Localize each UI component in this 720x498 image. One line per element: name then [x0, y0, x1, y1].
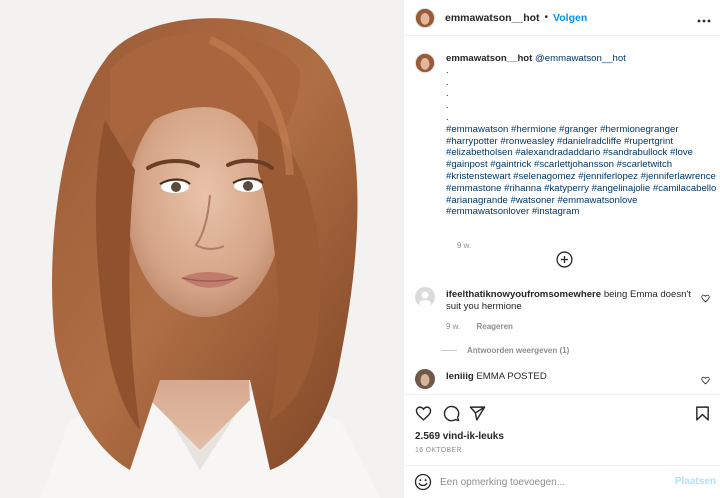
caption-dot: . [446, 111, 449, 123]
caption-dot: . [446, 76, 449, 88]
caption-avatar[interactable] [415, 53, 435, 73]
view-replies-line [441, 350, 457, 351]
bookmark-icon[interactable] [694, 405, 711, 422]
portrait-image [0, 0, 403, 498]
caption-username[interactable]: emmawatson__hot [446, 53, 532, 64]
view-replies-label: Antwoorden weergeven (1) [467, 346, 570, 355]
caption-hashtags[interactable]: #emmawatson #hermione #granger #hermione… [446, 124, 720, 218]
comment-icon[interactable] [443, 405, 460, 422]
add-comment-form: Plaatsen [404, 465, 720, 498]
comment-meta: 9 w. Reageren [446, 322, 527, 331]
post-header: emmawatson__hot • Volgen [404, 0, 720, 36]
reply-button[interactable]: Reageren [476, 322, 512, 331]
caption-dots: . . . . . [446, 65, 720, 124]
comment-like-heart-icon[interactable] [701, 294, 710, 303]
share-icon[interactable] [469, 405, 486, 422]
post-side-panel: emmawatson__hot • Volgen emmawatson__hot… [403, 0, 720, 498]
author-username[interactable]: emmawatson__hot [445, 12, 540, 24]
comment-avatar[interactable] [415, 369, 435, 389]
heart-icon[interactable] [415, 405, 432, 422]
caption-mention[interactable]: @emmawatson__hot [535, 53, 626, 64]
comment-avatar[interactable] [415, 287, 435, 307]
load-more-comments-icon[interactable] [556, 251, 573, 268]
caption-dot: . [446, 100, 449, 112]
emoji-icon[interactable] [414, 473, 432, 491]
comment-username[interactable]: leniiig [446, 371, 474, 382]
comments-scroll-area[interactable]: emmawatson__hot @emmawatson__hot . . . .… [404, 37, 720, 394]
instagram-post: emmawatson__hot • Volgen emmawatson__hot… [0, 0, 720, 498]
likes-count[interactable]: 2.569 vind-ik-leuks [415, 431, 504, 442]
post-date: 16 OKTOBER [415, 447, 462, 454]
comment-age: 9 w. [446, 322, 461, 331]
comment-like-heart-icon[interactable] [701, 376, 710, 385]
post-photo[interactable] [0, 0, 403, 498]
header-separator: • [544, 12, 549, 23]
more-horizontal-icon[interactable] [697, 10, 711, 26]
caption-text: emmawatson__hot @emmawatson__hot . . . .… [446, 53, 720, 218]
comment-text: EMMA POSTED [476, 371, 547, 382]
comment-input[interactable] [440, 472, 660, 492]
post-actions: 2.569 vind-ik-leuks 16 OKTOBER Plaatsen [404, 394, 720, 498]
caption-age: 9 w. [457, 241, 472, 250]
author-avatar[interactable] [415, 7, 435, 28]
caption-dot: . [446, 64, 449, 76]
comment-username[interactable]: ifeelthatiknowyoufromsomewhere [446, 289, 601, 300]
caption-dot: . [446, 88, 449, 100]
comment-body: leniiig EMMA POSTED [446, 371, 696, 383]
comment-body: ifeelthatiknowyoufromsomewhere being Emm… [446, 289, 696, 313]
follow-button[interactable]: Volgen [553, 12, 587, 24]
view-replies-button[interactable]: Antwoorden weergeven (1) [441, 346, 569, 355]
post-comment-button[interactable]: Plaatsen [675, 476, 716, 487]
